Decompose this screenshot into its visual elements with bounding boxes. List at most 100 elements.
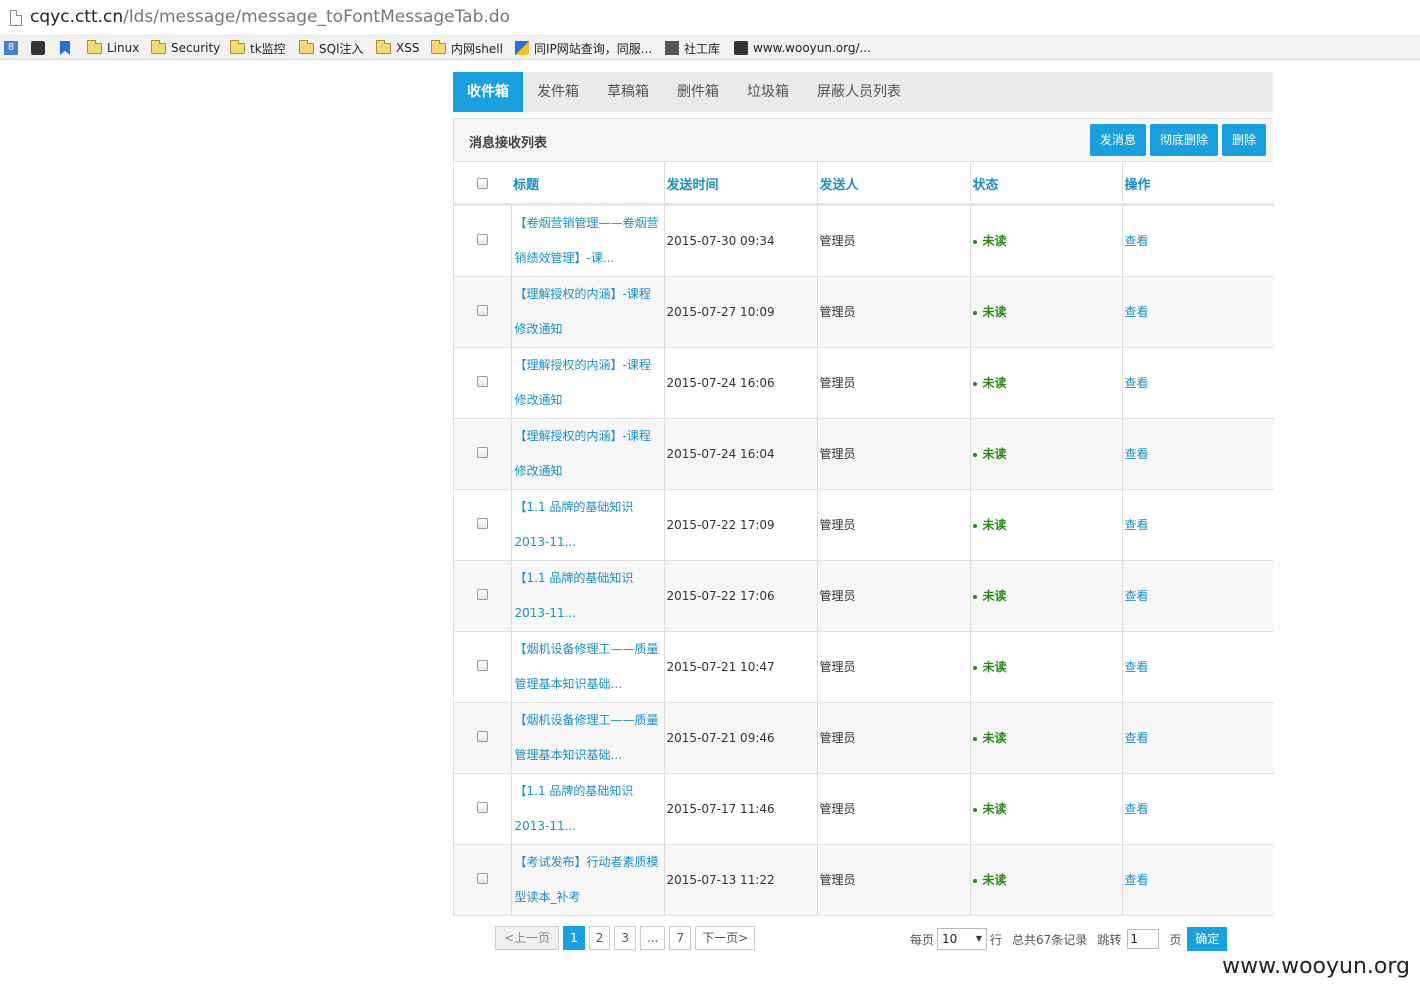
message-title-link[interactable]: 【理解授权的内涵】-课程 修改通知: [514, 348, 664, 418]
sender-cell: 管理员: [816, 560, 970, 632]
title-cell: 【1.1 品牌的基础知识 2013-11...: [510, 773, 664, 845]
row-select-cell: [454, 347, 511, 419]
row-checkbox[interactable]: [476, 517, 488, 529]
bookmark-folder-shell[interactable]: 内网shell: [431, 39, 503, 57]
tab-trash[interactable]: 垃圾箱: [733, 72, 803, 112]
title-line-2: 销绩效管理】-课...: [514, 250, 615, 265]
row-checkbox[interactable]: [476, 872, 488, 884]
bookmark-folder-tk[interactable]: tk监控: [230, 39, 286, 57]
message-title-link[interactable]: 【考试发布】行动者素质模 型读本_补考: [514, 845, 664, 915]
col-time[interactable]: 发送时间: [663, 162, 817, 206]
title-line-1: 【理解授权的内涵】-课程: [514, 357, 651, 372]
message-title-link[interactable]: 【1.1 品牌的基础知识 2013-11...: [514, 490, 664, 560]
page-7-button[interactable]: 7: [669, 926, 692, 950]
next-page-button[interactable]: 下一页>: [695, 926, 756, 950]
message-title-link[interactable]: 【理解授权的内涵】-课程 修改通知: [514, 277, 664, 347]
message-title-link[interactable]: 【烟机设备修理工——质量 管理基本知识基础...: [514, 703, 664, 773]
row-checkbox[interactable]: [476, 233, 488, 245]
row-checkbox[interactable]: [476, 730, 488, 742]
bookmark-wooyun[interactable]: www.wooyun.org/...: [734, 39, 871, 57]
row-checkbox[interactable]: [476, 588, 488, 600]
row-checkbox[interactable]: [476, 304, 488, 316]
bookmark-folder-linux[interactable]: Linux: [87, 39, 139, 57]
view-link[interactable]: 查看: [1125, 731, 1149, 745]
confirm-jump-button[interactable]: 确定: [1187, 927, 1228, 951]
prev-page-button[interactable]: <上一页: [495, 926, 560, 950]
view-link[interactable]: 查看: [1125, 518, 1149, 532]
message-title-link[interactable]: 【1.1 品牌的基础知识 2013-11...: [514, 774, 664, 844]
row-checkbox[interactable]: [476, 659, 488, 671]
status-dot-icon: [972, 310, 977, 315]
view-link[interactable]: 查看: [1125, 305, 1149, 319]
tab-drafts[interactable]: 草稿箱: [593, 72, 663, 112]
select-all-checkbox[interactable]: [477, 177, 488, 189]
tab-inbox[interactable]: 收件箱: [453, 72, 523, 112]
message-table: 标题 发送时间 发送人 状态 操作 【卷烟营销管理——卷烟营 销绩效管理】-课..…: [454, 162, 1274, 916]
permanent-delete-button[interactable]: 彻底删除: [1149, 124, 1218, 156]
app-icon: [31, 41, 45, 55]
message-title-link[interactable]: 【烟机设备修理工——质量 管理基本知识基础...: [514, 632, 664, 702]
tab-blocked-list[interactable]: 屏蔽人员列表: [803, 72, 915, 112]
col-sender[interactable]: 发送人: [816, 162, 970, 206]
row-checkbox[interactable]: [476, 375, 488, 387]
bookmark-sgk[interactable]: 社工库: [665, 39, 720, 57]
status-cell: 未读: [969, 489, 1122, 561]
row-select-cell: [454, 844, 511, 916]
tab-deleted[interactable]: 删件箱: [663, 72, 733, 112]
folder-icon: [87, 39, 102, 54]
status-text: 未读: [982, 518, 1007, 532]
page-3-button[interactable]: 3: [614, 926, 636, 950]
page-2-button[interactable]: 2: [588, 926, 611, 950]
bookmark-ribbon[interactable]: [60, 39, 70, 57]
status-dot-icon: [972, 239, 977, 244]
view-link[interactable]: 查看: [1125, 873, 1149, 887]
bookmark-label: 同IP网站查询，同服...: [534, 41, 653, 56]
col-status[interactable]: 状态: [969, 162, 1122, 206]
bookmark-folder-xss[interactable]: XSS: [376, 39, 419, 57]
message-title-link[interactable]: 【1.1 品牌的基础知识 2013-11...: [514, 561, 664, 631]
row-checkbox[interactable]: [476, 446, 488, 458]
per-page-select[interactable]: 10: [937, 928, 988, 950]
time-cell: 2015-07-24 16:06: [663, 347, 817, 419]
bookmark-label: Security: [171, 41, 221, 55]
col-title[interactable]: 标题: [511, 162, 664, 206]
bookmark-ip-lookup[interactable]: 同IP网站查询，同服...: [515, 39, 652, 57]
title-line-2: 修改通知: [514, 321, 563, 336]
table-row: 【理解授权的内涵】-课程 修改通知 2015-07-24 16:04 管理员 未读 查看: [454, 418, 1274, 490]
time-cell: 2015-07-27 10:09: [663, 276, 817, 348]
sender-cell: 管理员: [816, 702, 970, 774]
tab-sent[interactable]: 发件箱: [523, 72, 593, 112]
title-line-1: 【1.1 品牌的基础知识: [514, 499, 634, 514]
message-title-link[interactable]: 【卷烟营销管理——卷烟营 销绩效管理】-课...: [514, 206, 664, 276]
message-title-link[interactable]: 【理解授权的内涵】-课程 修改通知: [514, 419, 664, 489]
bookmark-folder-sql[interactable]: SQl注入: [299, 39, 363, 57]
send-message-button[interactable]: 发消息: [1089, 124, 1146, 156]
status-cell: 未读: [969, 276, 1122, 348]
delete-button[interactable]: 删除: [1221, 124, 1266, 156]
status-text: 未读: [982, 873, 1007, 887]
title-cell: 【1.1 品牌的基础知识 2013-11...: [510, 560, 664, 632]
status-text: 未读: [982, 376, 1007, 390]
pagination: <上一页 1 2 3 ... 7 下一页>: [495, 926, 756, 950]
action-buttons: 发消息 彻底删除 删除: [1089, 124, 1266, 156]
view-link[interactable]: 查看: [1125, 660, 1149, 674]
pagination-controls: 每页 10 行 总共67条记录 跳转 1 页 确定: [910, 927, 1228, 951]
bookmark-label: 社工库: [684, 41, 721, 56]
status-text: 未读: [982, 660, 1007, 674]
view-link[interactable]: 查看: [1125, 447, 1149, 461]
page-1-button[interactable]: 1: [563, 926, 585, 950]
address-bar[interactable]: cqyc.ctt.cn/lds/message/message_toFontMe…: [0, 0, 1420, 36]
view-link[interactable]: 查看: [1125, 589, 1149, 603]
view-link[interactable]: 查看: [1125, 802, 1149, 816]
url-text[interactable]: cqyc.ctt.cn/lds/message/message_toFontMe…: [30, 7, 510, 27]
row-select-cell: [454, 276, 511, 348]
view-link[interactable]: 查看: [1125, 376, 1149, 390]
row-checkbox[interactable]: [476, 801, 488, 813]
jump-page-input[interactable]: 1: [1127, 929, 1160, 949]
bookmark-folder-security[interactable]: Security: [151, 39, 220, 57]
app-bookmark[interactable]: [31, 39, 45, 57]
google-bookmark[interactable]: 8: [4, 39, 18, 57]
view-link[interactable]: 查看: [1125, 234, 1149, 248]
panel-header: 消息接收列表 发消息 彻底删除 删除: [454, 118, 1273, 162]
sender-cell: 管理员: [816, 844, 970, 916]
